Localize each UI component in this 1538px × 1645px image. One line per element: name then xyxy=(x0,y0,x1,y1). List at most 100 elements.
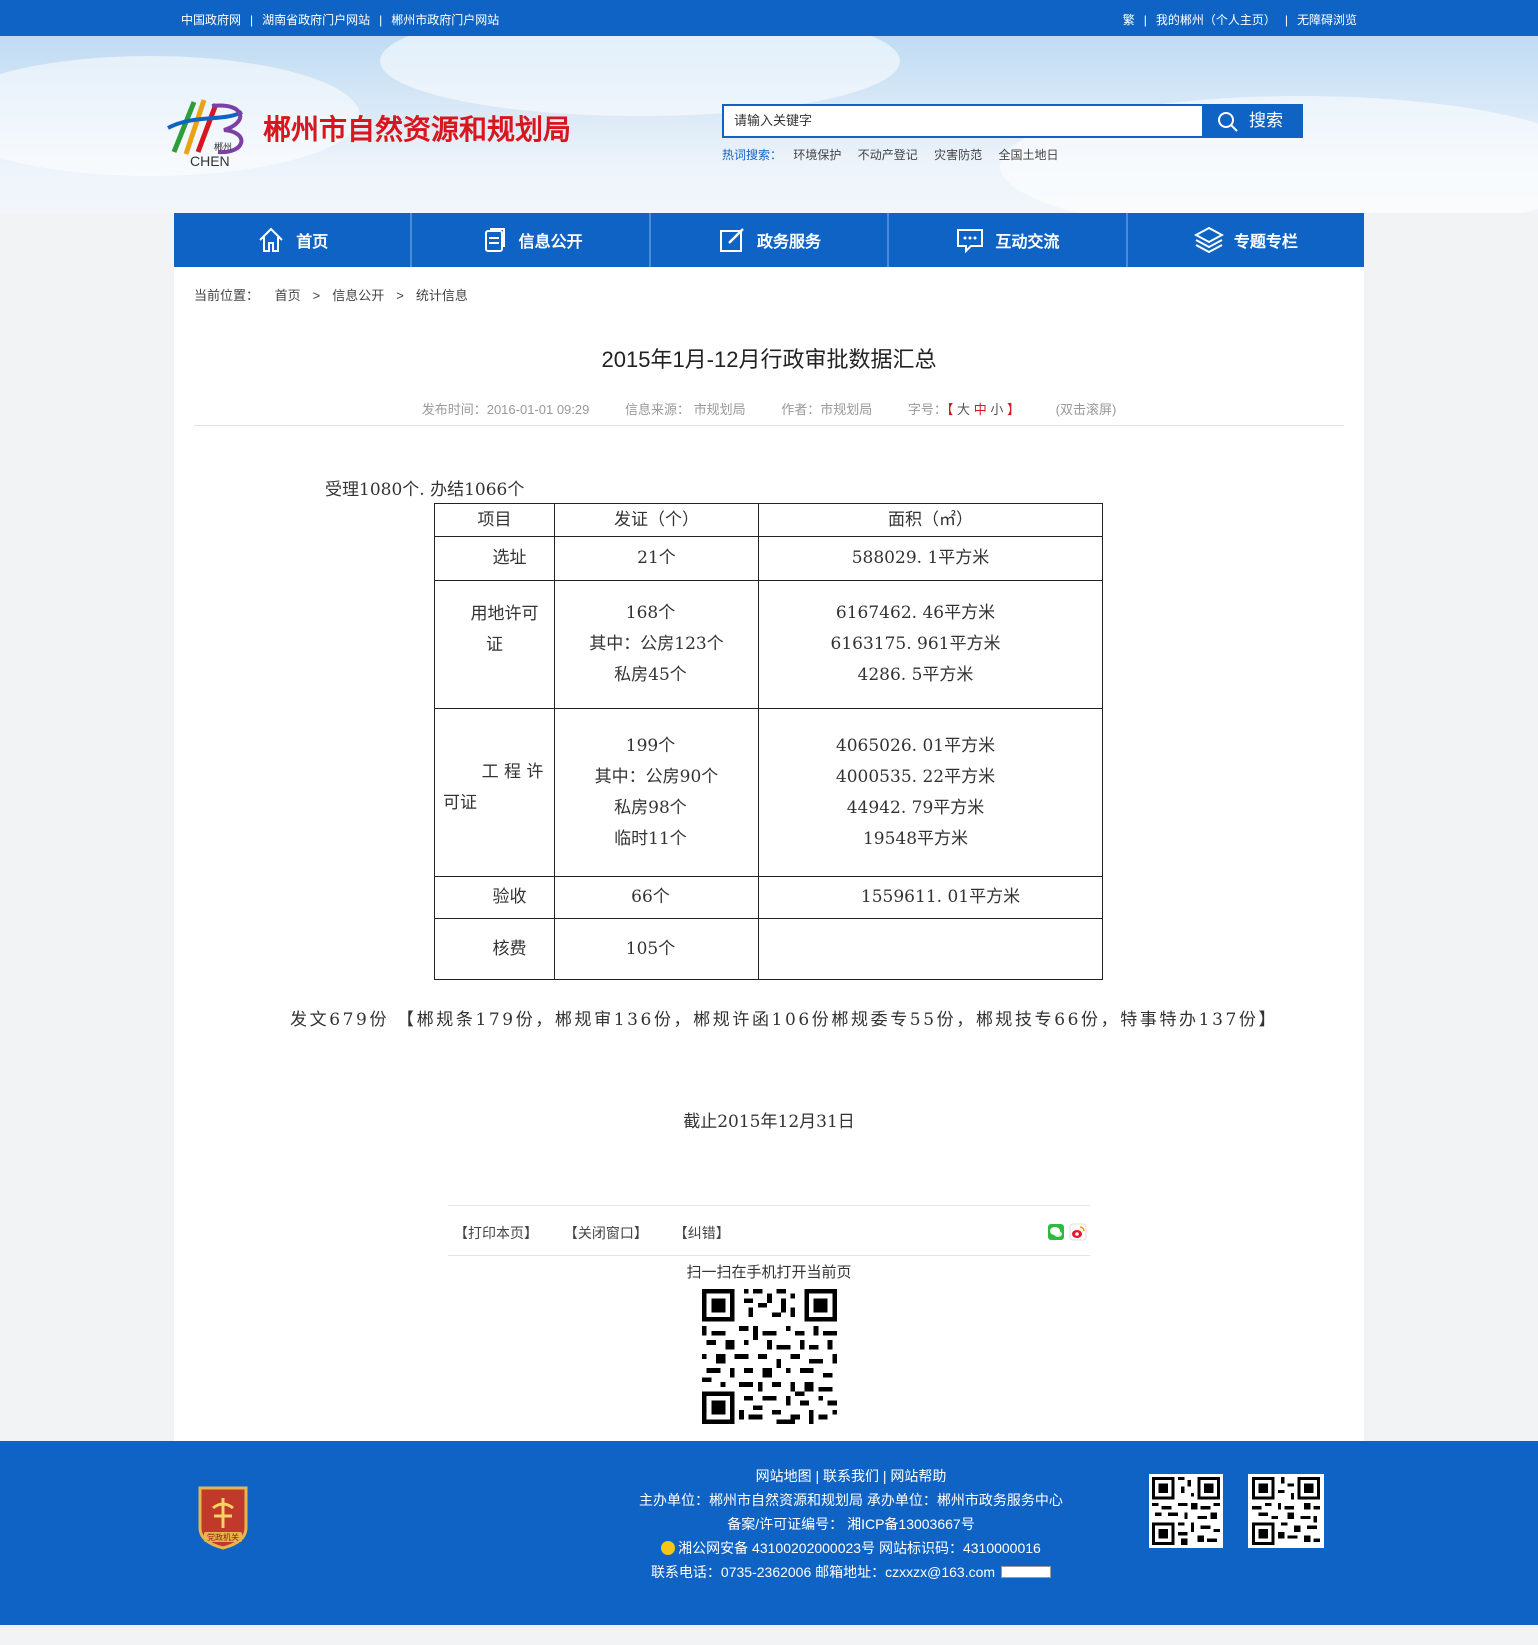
cell-text: 1559611. 01平方米 xyxy=(860,887,1021,907)
table-cell: 66个 xyxy=(554,876,759,919)
nav-item-home[interactable]: 首页 xyxy=(174,213,413,267)
breadcrumb-statistics[interactable]: 统计信息 xyxy=(416,288,468,303)
site-title: 郴州市自然资源和规划局 xyxy=(263,114,572,145)
nav-item-label: 首页 xyxy=(296,234,329,251)
top-bar: 中国政府网 | 湖南省政府门户网站 | 郴州市政府门户网站 繁 | 我的郴州（个人主页） | 无… xyxy=(0,0,1538,36)
link-hunan-gov[interactable]: 湖南省政府门户网站 xyxy=(262,13,370,27)
divider xyxy=(194,425,1344,426)
font-size-label: 字号： xyxy=(907,402,947,417)
fawen-text: 发文679份 【郴规条179份，郴规审136份，郴规许函106份郴规委专55份，… xyxy=(290,1010,1279,1030)
font-big-button[interactable]: 大 xyxy=(957,402,970,417)
footer-sponsor: 主办单位：郴州市自然资源和规划局 承办单位：郴州市政务服务中心 xyxy=(639,1492,1063,1508)
traditional-chinese-link[interactable]: 繁 xyxy=(1123,13,1135,27)
table-row: 工 程 许 可证 199个 其中：公房90个 私房98个 临时11个 40650… xyxy=(434,708,1103,877)
font-small-button[interactable]: 小 xyxy=(990,402,1003,417)
table-cell: 用地许可 证 xyxy=(434,580,555,709)
cell-text: 168个 xyxy=(625,603,676,623)
my-chenzhou-link[interactable]: 我的郴州（个人主页） xyxy=(1156,13,1276,27)
separator: | xyxy=(1143,13,1147,27)
main-nav: 首页 信息公开 政务服务 互动交流 专题专栏 xyxy=(174,213,1364,267)
hot-word-link[interactable]: 不动产登记 xyxy=(858,148,918,162)
double-click-scroll: (双击滚屏) xyxy=(1055,402,1117,417)
print-button[interactable]: 【打印本页】 xyxy=(454,1225,538,1241)
hot-word-link[interactable]: 灾害防范 xyxy=(934,148,982,162)
nav-item-special[interactable]: 专题专栏 xyxy=(1128,213,1364,267)
table-cell: 21个 xyxy=(554,536,759,581)
cell-text: 验收 xyxy=(492,887,527,907)
help-link[interactable]: 网站帮助 xyxy=(890,1468,946,1484)
nav-item-interaction[interactable]: 互动交流 xyxy=(889,213,1128,267)
cell-text: 19548平方米 xyxy=(862,828,969,849)
scan-hint: 扫一扫在手机打开当前页 xyxy=(686,1264,852,1281)
hot-word-link[interactable]: 环境保护 xyxy=(793,148,841,162)
sitemap-link[interactable]: 网站地图 xyxy=(756,1468,812,1484)
wechat-icon[interactable] xyxy=(1048,1224,1064,1240)
cell-text: 私房45个 xyxy=(614,665,687,685)
link-china-gov[interactable]: 中国政府网 xyxy=(181,13,241,27)
separator: | xyxy=(1284,13,1288,27)
site-logo[interactable]: 郴州 CHEN xyxy=(164,92,260,172)
breadcrumb-info-public[interactable]: 信息公开 xyxy=(332,288,384,303)
footer-contact: 联系电话：0735-2362006 邮箱地址：czxxzx@163.com xyxy=(636,1560,1066,1584)
search-icon xyxy=(1218,112,1238,132)
cell-text: 4286. 5平方米 xyxy=(857,665,974,685)
table-row: 核费 105个 xyxy=(434,918,1103,980)
hot-words: 热词搜索： 环境保护 不动产登记 灾害防范 全国土地日 xyxy=(722,146,1071,163)
contact-us-link[interactable]: 联系我们 xyxy=(823,1468,879,1484)
article-meta: 发布时间：2016-01-01 09:29 信息来源： 市规划局 作者：市规划局… xyxy=(174,399,1364,418)
weibo-qr-code xyxy=(1248,1474,1324,1548)
close-window-button[interactable]: 【关闭窗口】 xyxy=(564,1225,648,1241)
search-input[interactable]: 请输入关键字 xyxy=(722,104,1204,138)
table-header-row: 项目 发证（个） 面积（㎡） xyxy=(434,503,1103,537)
cell-text: 选址 xyxy=(492,548,527,568)
cell-text-block: 工 程 许 可证 xyxy=(435,757,554,829)
cell-text: 其中：公房123个 xyxy=(589,634,724,654)
page-title: 2015年1月-12月行政审批数据汇总 xyxy=(601,347,937,372)
info-source: 信息来源： 市规划局 xyxy=(625,402,746,417)
footer-icp[interactable]: 备案/许可证编号： 湘ICP备13003667号 xyxy=(636,1512,1066,1536)
search-button-label: 搜索 xyxy=(1249,111,1283,130)
main-content: 当前位置： 首页 > 信息公开 > 统计信息 2015年1月-12月行政审批数据汇总 发… xyxy=(174,267,1364,1441)
publish-time: 发布时间：2016-01-01 09:29 xyxy=(421,402,590,417)
cell-text: 6163175. 961平方米 xyxy=(830,634,1001,654)
footer-police: 湘公网安备 43100202000023号 网站标识码：4310000016 xyxy=(636,1536,1066,1560)
cell-text: 44942. 79平方米 xyxy=(846,797,985,818)
font-mid-button[interactable]: 中 xyxy=(974,402,987,417)
report-error-button[interactable]: 【纠错】 xyxy=(674,1225,730,1241)
top-links-left: 中国政府网 | 湖南省政府门户网站 | 郴州市政府门户网站 xyxy=(181,11,499,28)
table-cell: 199个 其中：公房90个 私房98个 临时11个 xyxy=(554,708,759,877)
divider xyxy=(448,1205,1090,1206)
data-table: 项目 发证（个） 面积（㎡） 选址 21个 588029. 1平方米 用地许可 … xyxy=(434,503,1103,980)
cell-text: 用地许可 xyxy=(470,603,539,624)
table-row: 选址 21个 588029. 1平方米 xyxy=(434,536,1103,581)
cell-text: 证 xyxy=(486,634,503,655)
table-cell: 105个 xyxy=(554,918,759,980)
breadcrumb-home[interactable]: 首页 xyxy=(275,288,301,303)
top-links-right: 繁 | 我的郴州（个人主页） | 无障碍浏览 xyxy=(1123,11,1357,28)
table-header: 项目 xyxy=(434,503,555,537)
cnzz-badge-icon[interactable] xyxy=(1001,1566,1052,1578)
weibo-icon[interactable] xyxy=(1069,1223,1087,1241)
cell-text: 6167462. 46平方米 xyxy=(835,603,996,623)
cell-text: 21个 xyxy=(637,548,676,568)
footer-police-text[interactable]: 湘公网安备 43100202000023号 网站标识码：4310000016 xyxy=(678,1540,1041,1556)
cell-text: 66个 xyxy=(631,887,670,907)
share-buttons xyxy=(1048,1223,1088,1246)
search-button[interactable]: 搜索 xyxy=(1204,104,1303,138)
intro-text: 受理1080个. 办结1066个 xyxy=(325,480,525,500)
party-government-emblem[interactable]: 党政机关 xyxy=(196,1484,250,1550)
nav-item-gov-service[interactable]: 政务服务 xyxy=(651,213,890,267)
link-chenzhou-gov[interactable]: 郴州市政府门户网站 xyxy=(391,13,499,27)
accessibility-link[interactable]: 无障碍浏览 xyxy=(1297,13,1357,27)
qr-code xyxy=(702,1289,837,1424)
table-header: 发证（个） xyxy=(554,503,759,537)
hot-word-link[interactable]: 全国土地日 xyxy=(998,148,1058,162)
divider xyxy=(448,1255,1090,1256)
cell-text-block: 用地许可 证 xyxy=(435,599,554,691)
cell-text: 核费 xyxy=(492,938,527,959)
header: 郴州 CHEN 郴州市自然资源和规划局 请输入关键字 搜索 热词搜索： 环境保护… xyxy=(0,36,1538,213)
police-badge-icon xyxy=(661,1541,676,1555)
nav-item-info-public[interactable]: 信息公开 xyxy=(412,213,651,267)
table-cell: 选址 xyxy=(434,536,555,581)
deadline-text: 截止2015年12月31日 xyxy=(683,1112,855,1132)
